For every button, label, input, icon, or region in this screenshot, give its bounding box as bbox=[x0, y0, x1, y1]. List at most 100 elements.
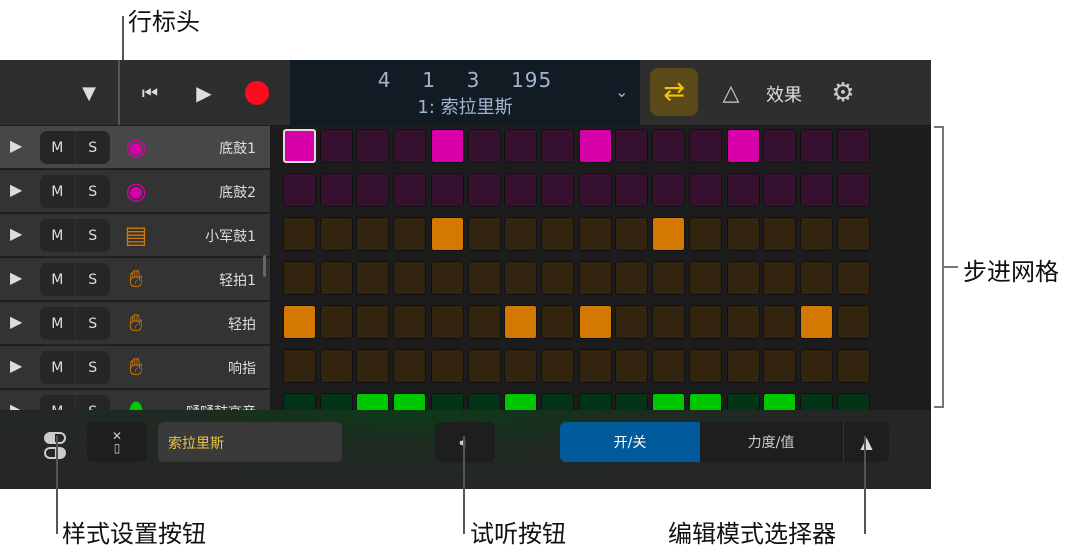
step-cell-off[interactable] bbox=[392, 173, 426, 207]
step-cell-off[interactable] bbox=[467, 173, 501, 207]
kick-drum-icon[interactable]: ◉ bbox=[120, 132, 152, 162]
step-cell-off[interactable] bbox=[540, 261, 574, 295]
row-play-icon[interactable]: ▶ bbox=[10, 224, 22, 243]
step-cell-off[interactable] bbox=[319, 261, 353, 295]
step-cell-off[interactable] bbox=[726, 217, 760, 251]
row-header[interactable]: ▶ MS ✋︎ 响指 bbox=[0, 346, 270, 389]
solo-button[interactable]: S bbox=[76, 175, 111, 208]
step-cell-off[interactable] bbox=[726, 261, 760, 295]
step-cell-off[interactable] bbox=[356, 129, 390, 163]
pattern-name-field[interactable]: 索拉里斯 bbox=[158, 422, 342, 462]
step-cell-off[interactable] bbox=[799, 217, 833, 251]
step-cell-off[interactable] bbox=[430, 349, 464, 383]
mute-button[interactable]: M bbox=[40, 175, 76, 208]
step-cell-off[interactable] bbox=[763, 349, 797, 383]
step-cell-off[interactable] bbox=[319, 217, 353, 251]
step-cell-off[interactable] bbox=[688, 305, 722, 339]
step-cell-off[interactable] bbox=[540, 349, 574, 383]
step-cell-off[interactable] bbox=[540, 217, 574, 251]
step-cell-off[interactable] bbox=[652, 305, 685, 339]
hand-clap-icon[interactable]: ✋︎ bbox=[120, 308, 152, 338]
step-cell-off[interactable] bbox=[652, 261, 685, 295]
row-header[interactable]: ▶ MS ◉ 底鼓1 bbox=[0, 126, 270, 169]
kick-drum-icon[interactable]: ◉ bbox=[120, 176, 152, 206]
step-cell-off[interactable] bbox=[467, 217, 501, 251]
step-cell-off[interactable] bbox=[504, 261, 538, 295]
step-cell-off[interactable] bbox=[688, 129, 722, 163]
step-cell-off[interactable] bbox=[467, 305, 501, 339]
row-header[interactable]: ▶ MS ◉ 底鼓2 bbox=[0, 170, 270, 213]
step-cell-on[interactable] bbox=[504, 305, 538, 339]
solo-button[interactable]: S bbox=[76, 263, 111, 296]
step-cell-off[interactable] bbox=[504, 129, 538, 163]
step-cell-on[interactable] bbox=[578, 129, 612, 163]
step-cell-off[interactable] bbox=[799, 129, 833, 163]
step-cell-off[interactable] bbox=[356, 305, 390, 339]
step-cell-off[interactable] bbox=[652, 349, 685, 383]
step-cell-off[interactable] bbox=[726, 349, 760, 383]
step-cell-off[interactable] bbox=[283, 261, 316, 295]
step-cell-off[interactable] bbox=[615, 261, 649, 295]
step-cell-off[interactable] bbox=[578, 217, 612, 251]
step-cell-off[interactable] bbox=[283, 173, 316, 207]
mode-velocity[interactable]: 力度/值 bbox=[700, 422, 842, 462]
step-cell-on[interactable] bbox=[430, 217, 464, 251]
step-cell-off[interactable] bbox=[799, 261, 833, 295]
step-cell-off[interactable] bbox=[283, 217, 316, 251]
solo-button[interactable]: S bbox=[76, 131, 111, 164]
dropdown-triangle-icon[interactable]: ▼ bbox=[75, 80, 103, 106]
step-cell-off[interactable] bbox=[615, 129, 649, 163]
step-cell-off[interactable] bbox=[652, 129, 685, 163]
step-cell-off[interactable] bbox=[430, 305, 464, 339]
step-cell-on[interactable] bbox=[283, 129, 316, 163]
metronome-icon[interactable]: △ bbox=[716, 78, 746, 108]
step-cell-off[interactable] bbox=[799, 173, 833, 207]
step-cell-off[interactable] bbox=[836, 173, 870, 207]
step-cell-off[interactable] bbox=[319, 129, 353, 163]
preview-button[interactable]: 🔈︎ bbox=[435, 422, 495, 462]
step-cell-off[interactable] bbox=[836, 349, 870, 383]
step-cell-off[interactable] bbox=[467, 129, 501, 163]
lcd-display[interactable]: 4 1 3 195 1: 索拉里斯 ⌄ bbox=[290, 60, 640, 125]
step-cell-off[interactable] bbox=[688, 173, 722, 207]
row-play-icon[interactable]: ▶ bbox=[10, 268, 22, 287]
step-cell-off[interactable] bbox=[356, 217, 390, 251]
step-cell-off[interactable] bbox=[578, 261, 612, 295]
mute-button[interactable]: M bbox=[40, 351, 76, 384]
step-cell-off[interactable] bbox=[726, 173, 760, 207]
step-cell-off[interactable] bbox=[578, 349, 612, 383]
step-cell-off[interactable] bbox=[392, 261, 426, 295]
step-cell-off[interactable] bbox=[392, 217, 426, 251]
step-cell-on[interactable] bbox=[726, 129, 760, 163]
expand-modes-button[interactable]: ▲ bbox=[843, 422, 889, 462]
step-cell-off[interactable] bbox=[688, 261, 722, 295]
step-cell-off[interactable] bbox=[430, 261, 464, 295]
mute-button[interactable]: M bbox=[40, 219, 76, 252]
step-cell-off[interactable] bbox=[836, 129, 870, 163]
solo-button[interactable]: S bbox=[76, 307, 111, 340]
mode-on-off[interactable]: 开/关 bbox=[560, 422, 700, 462]
hand-clap-icon[interactable]: ✋︎ bbox=[120, 264, 152, 294]
step-cell-off[interactable] bbox=[763, 173, 797, 207]
step-cell-on[interactable] bbox=[283, 305, 316, 339]
row-play-icon[interactable]: ▶ bbox=[10, 356, 22, 375]
step-cell-off[interactable] bbox=[356, 261, 390, 295]
step-cell-off[interactable] bbox=[836, 305, 870, 339]
hand-clap-icon[interactable]: ✋︎ bbox=[120, 352, 152, 382]
step-cell-off[interactable] bbox=[356, 173, 390, 207]
step-cell-off[interactable] bbox=[688, 217, 722, 251]
step-cell-off[interactable] bbox=[578, 173, 612, 207]
edit-mode-selector[interactable]: 开/关 力度/值 ▲ bbox=[560, 422, 889, 462]
mute-button[interactable]: M bbox=[40, 307, 76, 340]
solo-button[interactable]: S bbox=[76, 351, 111, 384]
play-icon[interactable]: ▶ bbox=[190, 80, 218, 106]
step-cell-on[interactable] bbox=[578, 305, 612, 339]
settings-gear-icon[interactable]: ⚙ bbox=[828, 78, 858, 108]
step-cell-off[interactable] bbox=[615, 305, 649, 339]
step-cell-off[interactable] bbox=[615, 349, 649, 383]
cycle-button[interactable]: ⇄ bbox=[650, 68, 698, 116]
row-header[interactable]: ▶ MS ▤ 小军鼓1 bbox=[0, 214, 270, 257]
row-play-icon[interactable]: ▶ bbox=[10, 312, 22, 331]
step-cell-off[interactable] bbox=[688, 349, 722, 383]
go-to-start-icon[interactable]: ⏮ bbox=[136, 80, 164, 106]
